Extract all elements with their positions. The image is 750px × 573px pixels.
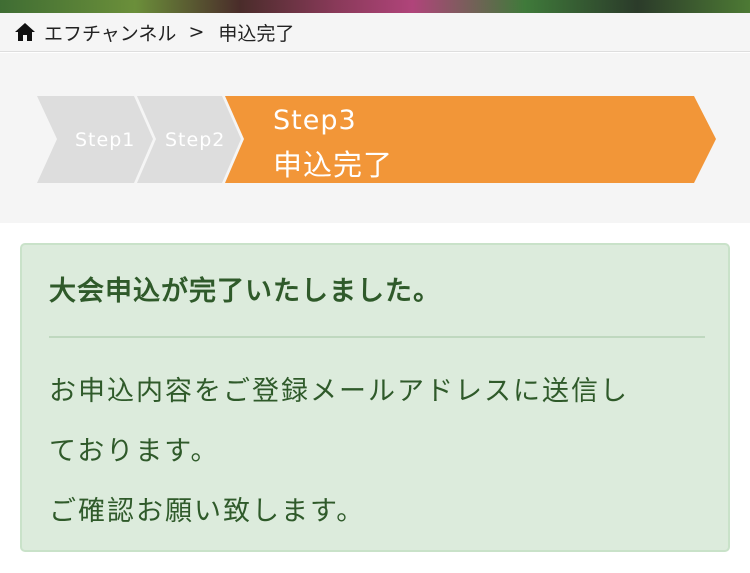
step1-label: Step1 — [75, 129, 136, 151]
alert-message-line: お申込内容をご登録メールアドレスに送信し — [49, 376, 629, 407]
step3-sublabel: 申込完了 — [273, 148, 394, 182]
completion-alert: 大会申込が完了いたしました。 お申込内容をご登録メールアドレスに送信し ておりま… — [20, 243, 730, 552]
header-banner-image — [0, 0, 750, 13]
step-progress: Step1 Step2 Step3 申込完了 — [0, 53, 750, 223]
alert-heading: 大会申込が完了いたしました。 — [49, 276, 441, 307]
step2-label: Step2 — [165, 129, 226, 151]
alert-message: お申込内容をご登録メールアドレスに送信し ております。 ご確認お願い致します。 — [49, 362, 699, 542]
alert-message-line: ております。 — [49, 436, 220, 467]
breadcrumb-link-site[interactable]: エフチャンネル — [44, 19, 176, 46]
breadcrumb-separator: > — [188, 21, 205, 43]
home-icon[interactable] — [14, 22, 36, 42]
step3-label: Step3 — [273, 105, 357, 136]
breadcrumb-current: 申込完了 — [218, 22, 295, 45]
breadcrumb: エフチャンネル > 申込完了 — [0, 13, 750, 52]
alert-message-line: ご確認お願い致します。 — [49, 496, 366, 527]
alert-divider — [49, 336, 705, 338]
